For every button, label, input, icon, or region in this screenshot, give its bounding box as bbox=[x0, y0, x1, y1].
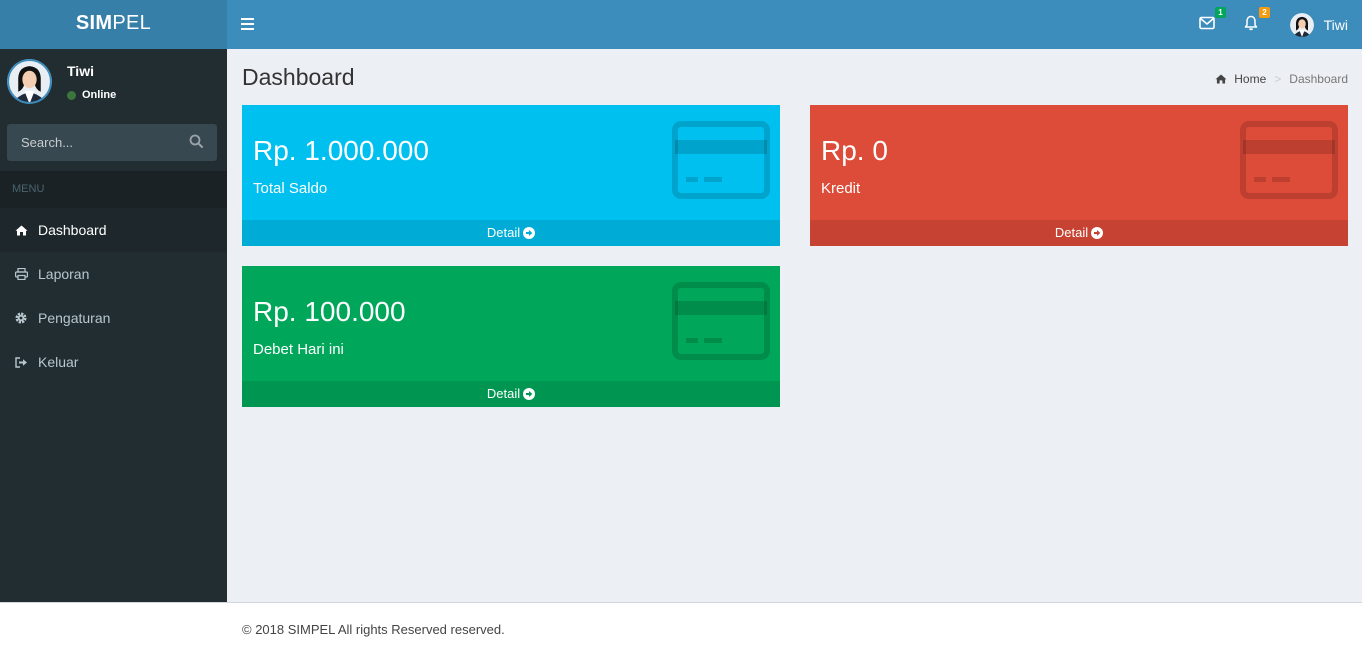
page-title: Dashboard bbox=[242, 64, 355, 90]
sidebar-item-label: Dashboard bbox=[38, 222, 107, 238]
sidebar-item-dashboard[interactable]: Dashboard bbox=[0, 208, 227, 252]
breadcrumb-separator: > bbox=[1274, 72, 1282, 86]
sidebar-item-pengaturan[interactable]: Pengaturan bbox=[0, 296, 227, 340]
avatar bbox=[7, 59, 52, 104]
breadcrumb: Home > Dashboard bbox=[1215, 72, 1348, 86]
user-status: Online bbox=[67, 89, 116, 101]
sidebar-item-keluar[interactable]: Keluar bbox=[0, 340, 227, 384]
logo-rest: PEL bbox=[112, 12, 152, 34]
small-box-amount: Rp. 1.000.000 bbox=[253, 135, 429, 166]
header-user-name: Tiwi bbox=[1323, 17, 1348, 33]
sidebar-item-laporan[interactable]: Laporan bbox=[0, 252, 227, 296]
menu-header: MENU bbox=[0, 171, 227, 208]
small-box-amount: Rp. 100.000 bbox=[253, 296, 406, 327]
credit-card-icon bbox=[672, 121, 770, 199]
arrow-circle-right-icon bbox=[1091, 227, 1104, 239]
small-box-kredit: Rp. 0 Kredit Detail bbox=[810, 105, 1348, 246]
small-box-amount: Rp. 0 bbox=[821, 135, 888, 166]
status-dot-icon bbox=[67, 90, 76, 100]
detail-link-label: Detail bbox=[486, 386, 521, 401]
detail-link[interactable]: Detail bbox=[242, 381, 780, 407]
home-icon bbox=[14, 223, 28, 237]
detail-link[interactable]: Detail bbox=[242, 220, 780, 246]
detail-link-label: Detail bbox=[486, 225, 521, 240]
bell-icon bbox=[1244, 15, 1258, 31]
page-footer: © 2018 SIMPEL All rights Reserved reserv… bbox=[0, 602, 1362, 654]
small-box-debet-hari-ini: Rp. 100.000 Debet Hari ini Detail bbox=[242, 266, 780, 407]
breadcrumb-home[interactable]: Home bbox=[1215, 72, 1266, 86]
status-text: Online bbox=[82, 89, 117, 101]
notifications-button[interactable]: 2 bbox=[1243, 7, 1270, 34]
sign-out-icon bbox=[14, 355, 28, 369]
messages-button[interactable]: 1 bbox=[1199, 7, 1226, 34]
home-icon bbox=[1215, 74, 1227, 84]
small-box-inner: Rp. 100.000 Debet Hari ini bbox=[242, 266, 780, 381]
app-logo[interactable]: SIMPEL bbox=[0, 0, 227, 49]
arrow-circle-right-icon bbox=[523, 227, 536, 239]
sidebar-menu: Dashboard Laporan Pengaturan Keluar bbox=[0, 208, 227, 384]
small-box-label: Total Saldo bbox=[253, 180, 328, 197]
small-box-label: Kredit bbox=[821, 180, 861, 197]
sidebar-item-label: Laporan bbox=[38, 266, 90, 282]
sidebar-toggle-icon[interactable] bbox=[239, 14, 257, 34]
sidebar-item-label: Pengaturan bbox=[38, 310, 111, 326]
messages-badge: 1 bbox=[1215, 7, 1226, 18]
arrow-circle-right-icon bbox=[523, 388, 536, 400]
sidebar: Tiwi Online MENU Dashboard Laporan bbox=[0, 49, 227, 602]
sidebar-search bbox=[7, 124, 217, 161]
notifications-badge: 2 bbox=[1259, 7, 1270, 18]
credit-card-icon bbox=[672, 282, 770, 360]
search-input[interactable] bbox=[7, 124, 177, 161]
sidebar-item-label: Keluar bbox=[38, 354, 79, 370]
avatar bbox=[1289, 13, 1314, 37]
user-menu[interactable]: Tiwi bbox=[1289, 12, 1348, 38]
small-box-total-saldo: Rp. 1.000.000 Total Saldo Detail bbox=[242, 105, 780, 246]
breadcrumb-current: Dashboard bbox=[1289, 72, 1348, 86]
detail-link[interactable]: Detail bbox=[810, 220, 1348, 246]
logo-bold: SIM bbox=[75, 12, 113, 34]
search-icon bbox=[189, 134, 203, 148]
envelope-icon bbox=[1199, 16, 1215, 30]
sidebar-user-name: Tiwi bbox=[67, 63, 94, 79]
gear-icon bbox=[14, 311, 28, 325]
small-box-label: Debet Hari ini bbox=[253, 341, 344, 358]
user-panel: Tiwi Online bbox=[0, 49, 227, 111]
search-button[interactable] bbox=[189, 134, 205, 150]
small-box-inner: Rp. 1.000.000 Total Saldo bbox=[242, 105, 780, 220]
breadcrumb-home-label: Home bbox=[1234, 72, 1267, 86]
small-box-inner: Rp. 0 Kredit bbox=[810, 105, 1348, 220]
detail-link-label: Detail bbox=[1054, 225, 1089, 240]
top-navbar: 1 2 Tiwi bbox=[227, 0, 1362, 49]
print-icon bbox=[14, 267, 28, 281]
credit-card-icon bbox=[1240, 121, 1338, 199]
copyright-text: © 2018 SIMPEL All rights Reserved reserv… bbox=[242, 622, 505, 637]
